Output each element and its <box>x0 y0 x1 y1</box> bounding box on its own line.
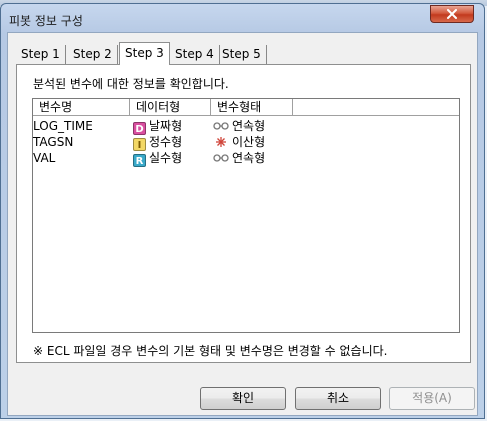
data-type-cell: R 실수형 <box>133 150 183 167</box>
discrete-icon <box>216 137 226 147</box>
pivot-config-dialog: 피봇 정보 구성 Step 1 Step 2 Step 3 Step 4 Ste… <box>0 3 485 419</box>
var-type-cell: 연속형 <box>213 118 265 134</box>
step-3-panel: 분석된 변수에 대한 정보를 확인합니다. 변수명 데이터형 변수형태 LOG_… <box>16 64 471 363</box>
column-header-name[interactable]: 변수명 <box>33 99 130 115</box>
list-header: 변수명 데이터형 변수형태 <box>33 99 459 116</box>
data-type-cell: I 정수형 <box>133 134 183 151</box>
column-header-var-type[interactable]: 변수형태 <box>211 99 293 115</box>
list-item[interactable]: LOG_TIME D 날짜형 연속형 <box>33 118 459 135</box>
list-item[interactable]: TAGSN I 정수형 이산형 <box>33 134 459 151</box>
ok-button[interactable]: 확인 <box>200 387 286 410</box>
variable-list[interactable]: 변수명 데이터형 변수형태 LOG_TIME D 날짜형 연속형 TAGSN I… <box>32 98 460 333</box>
tab-step-4[interactable]: Step 4 <box>170 45 220 64</box>
var-type-cell: 연속형 <box>213 150 265 166</box>
data-type-label: 날짜형 <box>149 119 183 133</box>
var-type-label: 이산형 <box>232 135 266 149</box>
tab-step-5[interactable]: Step 5 <box>217 45 267 64</box>
close-button[interactable] <box>430 5 474 23</box>
column-header-data-type[interactable]: 데이터형 <box>130 99 211 115</box>
data-type-label: 정수형 <box>149 135 183 149</box>
cancel-button[interactable]: 취소 <box>295 387 381 410</box>
title-bar: 피봇 정보 구성 <box>1 4 484 32</box>
variable-name: VAL <box>33 151 56 165</box>
tab-step-1[interactable]: Step 1 <box>16 45 66 64</box>
ecl-note: ※ ECL 파일일 경우 변수의 기본 형태 및 변수명은 변경할 수 없습니다… <box>33 344 388 358</box>
dialog-title: 피봇 정보 구성 <box>9 14 83 28</box>
list-item[interactable]: VAL R 실수형 연속형 <box>33 150 459 167</box>
var-type-label: 연속형 <box>232 151 266 165</box>
tab-step-2[interactable]: Step 2 <box>68 45 118 64</box>
variable-name: TAGSN <box>33 135 74 149</box>
continuous-icon <box>213 154 229 162</box>
tab-step-3[interactable]: Step 3 <box>119 42 170 65</box>
real-type-icon: R <box>133 154 146 167</box>
var-type-label: 연속형 <box>232 119 266 133</box>
data-type-cell: D 날짜형 <box>133 118 183 135</box>
data-type-label: 실수형 <box>149 151 183 165</box>
dialog-client-area: Step 1 Step 2 Step 3 Step 4 Step 5 분석된 변… <box>7 32 478 416</box>
continuous-icon <box>213 122 229 130</box>
close-icon <box>447 9 457 19</box>
apply-button[interactable]: 적용(A) <box>389 387 475 410</box>
instruction-text: 분석된 변수에 대한 정보를 확인합니다. <box>33 77 229 91</box>
var-type-cell: 이산형 <box>213 134 265 150</box>
variable-name: LOG_TIME <box>33 119 93 133</box>
